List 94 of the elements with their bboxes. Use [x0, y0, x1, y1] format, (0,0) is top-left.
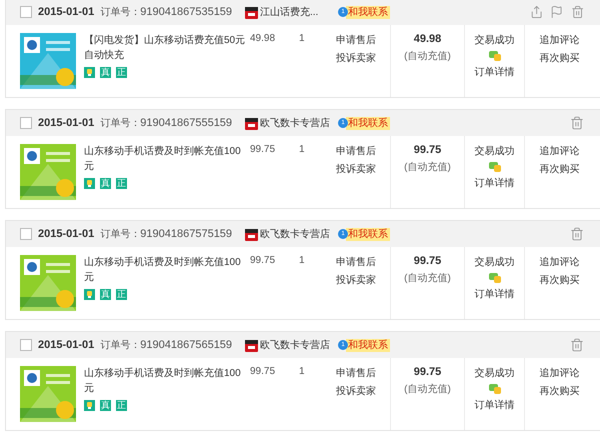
- chat-icon[interactable]: [488, 162, 500, 172]
- order-number-label: 订单号：: [100, 228, 140, 241]
- guarantee-badge: 正: [116, 400, 127, 411]
- order-date: 2015-01-01: [38, 339, 94, 351]
- delete-icon[interactable]: [570, 5, 584, 19]
- product-title[interactable]: 山东移动手机话费及时到帐充值100元: [84, 255, 250, 285]
- order-action-link[interactable]: 再次购买: [540, 51, 580, 65]
- service-link[interactable]: 投诉卖家: [336, 162, 376, 176]
- order-status: 交易成功: [474, 256, 514, 269]
- order-detail-link[interactable]: 订单详情: [474, 65, 514, 79]
- quantity: 1: [299, 366, 305, 377]
- product-title[interactable]: 山东移动手机话费及时到帐充值100元: [84, 144, 250, 174]
- order-number-label: 订单号：: [100, 338, 140, 352]
- checkbox[interactable]: [20, 228, 32, 240]
- payment-note: (自动充值): [404, 50, 451, 63]
- order-date: 2015-01-01: [38, 6, 94, 18]
- payment-note: (自动充值): [404, 382, 451, 396]
- payment-note: (自动充值): [404, 272, 451, 285]
- contact-button[interactable]: 和我联系: [346, 338, 390, 352]
- shop-link[interactable]: 欧飞数卡专营店: [260, 338, 330, 352]
- service-link[interactable]: 投诉卖家: [336, 384, 376, 398]
- checkbox[interactable]: [20, 117, 32, 129]
- service-icon: [84, 289, 95, 300]
- quantity: 1: [299, 144, 305, 155]
- guarantee-badge: 真: [100, 289, 111, 300]
- order-action-link[interactable]: 追加评论: [540, 255, 580, 269]
- guarantee-badge: 真: [100, 67, 111, 78]
- service-link[interactable]: 申请售后: [336, 33, 376, 47]
- service-link[interactable]: 申请售后: [336, 144, 376, 158]
- total-price: 49.98: [414, 33, 442, 45]
- quantity: 1: [299, 255, 305, 266]
- order-number: 919041867555159: [140, 117, 232, 129]
- service-link[interactable]: 投诉卖家: [336, 273, 376, 287]
- product-title[interactable]: 山东移动手机话费及时到帐充值100元: [84, 366, 250, 396]
- service-link[interactable]: 申请售后: [336, 366, 376, 380]
- order-action-link[interactable]: 再次购买: [540, 162, 580, 176]
- order-action-link[interactable]: 追加评论: [540, 33, 580, 47]
- order-date: 2015-01-01: [38, 228, 94, 240]
- contact-button[interactable]: 和我联系: [346, 116, 390, 130]
- order-action-link[interactable]: 再次购买: [540, 384, 580, 398]
- order-detail-link[interactable]: 订单详情: [474, 176, 514, 190]
- order-date: 2015-01-01: [38, 117, 94, 129]
- guarantee-badge: 正: [116, 289, 127, 300]
- order-detail-link[interactable]: 订单详情: [474, 287, 514, 301]
- shop-link[interactable]: 江山话费充...: [260, 5, 318, 19]
- unit-price: 99.75: [250, 144, 276, 155]
- order-number: 919041867575159: [140, 228, 232, 240]
- unit-price: 99.75: [250, 366, 276, 377]
- order-action-link[interactable]: 再次购买: [540, 273, 580, 287]
- service-link[interactable]: 申请售后: [336, 255, 376, 269]
- order-number: 919041867565159: [140, 339, 232, 351]
- chat-icon[interactable]: [488, 384, 500, 394]
- checkbox[interactable]: [20, 6, 32, 18]
- shop-icon: [245, 338, 258, 352]
- guarantee-badge: 真: [100, 178, 111, 189]
- total-price: 99.75: [414, 366, 442, 378]
- guarantee-badge: 正: [116, 178, 127, 189]
- share-icon[interactable]: [530, 5, 544, 19]
- quantity: 1: [299, 33, 305, 44]
- shop-icon: [245, 227, 258, 241]
- total-price: 99.75: [414, 255, 442, 267]
- unit-price: 49.98: [250, 33, 276, 44]
- delete-icon[interactable]: [570, 338, 584, 352]
- unit-price: 99.75: [250, 255, 276, 266]
- checkbox[interactable]: [20, 339, 32, 351]
- guarantee-badge: 真: [100, 400, 111, 411]
- order-action-link[interactable]: 追加评论: [540, 144, 580, 158]
- product-title[interactable]: 【闪电发货】山东移动话费充值50元自动快充: [84, 33, 250, 63]
- order-number: 919041867535159: [140, 6, 232, 18]
- service-link[interactable]: 投诉卖家: [336, 51, 376, 65]
- shop-icon: [245, 5, 258, 19]
- service-icon: [84, 67, 95, 78]
- order-status: 交易成功: [474, 34, 514, 47]
- order-status: 交易成功: [474, 366, 514, 380]
- order-action-link[interactable]: 追加评论: [540, 366, 580, 380]
- contact-button[interactable]: 和我联系: [346, 228, 390, 240]
- flag-icon[interactable]: [550, 5, 564, 19]
- guarantee-badge: 正: [116, 67, 127, 78]
- shop-icon: [245, 116, 258, 130]
- order-detail-link[interactable]: 订单详情: [474, 398, 514, 412]
- total-price: 99.75: [414, 144, 442, 156]
- contact-button[interactable]: 和我联系: [346, 6, 390, 18]
- shop-link[interactable]: 欧飞数卡专营店: [260, 227, 330, 241]
- service-icon: [84, 178, 95, 189]
- chat-icon[interactable]: [488, 51, 500, 61]
- chat-icon[interactable]: [488, 273, 500, 283]
- order-number-label: 订单号：: [100, 116, 140, 130]
- order-number-label: 订单号：: [100, 6, 140, 19]
- shop-link[interactable]: 欧飞数卡专营店: [260, 116, 330, 130]
- order-status: 交易成功: [474, 144, 514, 158]
- payment-note: (自动充值): [404, 160, 451, 174]
- delete-icon[interactable]: [570, 227, 584, 241]
- delete-icon[interactable]: [570, 116, 584, 130]
- service-icon: [84, 400, 95, 411]
